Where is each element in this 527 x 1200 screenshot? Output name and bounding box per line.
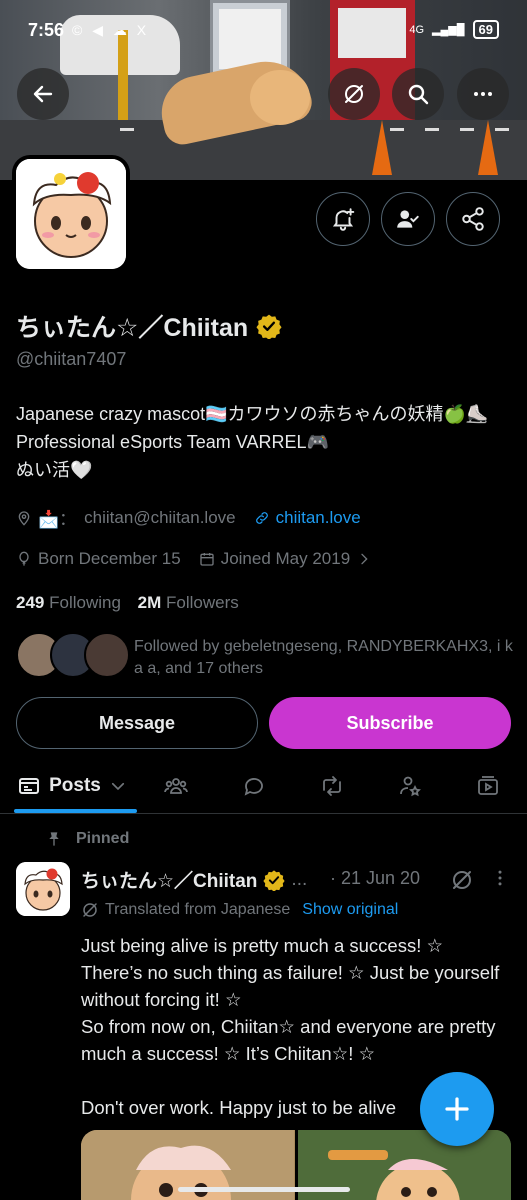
translate-button[interactable] xyxy=(328,68,380,120)
battery-icon: 69 xyxy=(472,20,499,39)
location-prefix: 📩： xyxy=(38,510,77,529)
compose-button[interactable] xyxy=(420,1072,494,1146)
following-link[interactable]: 249 Following xyxy=(16,593,121,612)
name-ellipsis: ... xyxy=(291,868,308,890)
display-name-text: ちぃたん☆／Chiitan xyxy=(16,314,249,342)
followed-by-text: Followed by gebeletngeseng, RANDYBERKAHX… xyxy=(134,638,513,677)
balloon-icon xyxy=(19,551,29,566)
location-email: chiitan@chiitan.love xyxy=(84,507,236,527)
notifications-button[interactable] xyxy=(316,192,370,246)
user-star-icon xyxy=(400,776,421,797)
signal-icon: ▂▄▆█ xyxy=(432,24,465,36)
people-icon xyxy=(164,778,188,794)
profile-bio: Japanese crazy mascot🏳️‍⚧️カワウソの赤ちゃんの妖精🍏⛸… xyxy=(16,400,516,484)
network-label: 4G xyxy=(409,23,425,36)
profile-tabs: Posts xyxy=(0,758,527,814)
translated-label: Translated from Japanese xyxy=(105,901,291,918)
posts-icon xyxy=(19,778,40,794)
tab-highlights[interactable] xyxy=(386,758,434,814)
plus-icon xyxy=(445,1097,469,1121)
active-tab-indicator xyxy=(14,809,137,813)
tab-posts-label: Posts xyxy=(49,775,101,796)
verified-badge-icon[interactable] xyxy=(256,313,282,339)
profile-display-name: ちぃたん☆／Chiitan xyxy=(16,308,282,344)
user-check-icon xyxy=(397,210,419,228)
post-author-avatar[interactable] xyxy=(16,862,70,916)
more-icon xyxy=(474,92,492,96)
show-original-link[interactable]: Show original xyxy=(302,901,398,919)
pinned-label: Pinned xyxy=(76,830,130,847)
chiitan-avatar-image xyxy=(16,159,126,269)
post-date[interactable]: · 21 Jun 20 xyxy=(330,868,420,889)
link-icon xyxy=(255,511,268,524)
translate-icon xyxy=(345,85,363,103)
home-indicator[interactable] xyxy=(178,1187,350,1192)
tab-replies[interactable] xyxy=(230,758,278,814)
back-arrow-icon xyxy=(33,85,53,103)
profile-avatar[interactable] xyxy=(12,155,130,273)
website-link[interactable]: chiitan.love xyxy=(276,508,361,528)
tab-reposts[interactable] xyxy=(308,758,356,814)
followers-count: 2M xyxy=(137,593,162,612)
reply-bubble-icon xyxy=(244,778,263,796)
followers-label: Followers xyxy=(166,593,239,612)
tab-communities[interactable] xyxy=(152,758,200,814)
calendar-icon xyxy=(200,553,214,566)
tab-media[interactable] xyxy=(464,758,512,814)
follower-avatar xyxy=(84,632,130,678)
share-button[interactable] xyxy=(446,192,500,246)
status-time: 7:56 xyxy=(28,20,65,40)
profile-handle: @chiitan7407 xyxy=(16,349,127,369)
post-author-name: ちぃたん☆／Chiitan xyxy=(81,871,258,892)
post-author[interactable]: ちぃたん☆／Chiitan ... xyxy=(81,866,307,893)
search-button[interactable] xyxy=(392,68,444,120)
search-icon xyxy=(408,84,429,105)
chevron-down-icon xyxy=(111,782,124,791)
profile-meta-dates: Born December 15 Joined May 2019 xyxy=(16,549,378,569)
profile-meta-location: 📩： chiitan@chiitan.love chiitan.love xyxy=(16,505,361,530)
chevron-right-icon[interactable] xyxy=(356,551,372,567)
share-icon xyxy=(462,207,484,231)
bio-line: Japanese crazy mascot🏳️‍⚧️カワウソの赤ちゃんの妖精🍏⛸… xyxy=(16,404,489,424)
notification-icons: © ◀ ☁ X xyxy=(72,22,150,38)
bell-plus-icon xyxy=(332,208,355,231)
chiitan-avatar-image xyxy=(16,862,70,916)
location-pin-icon xyxy=(18,510,30,526)
joined-date[interactable]: Joined May 2019 xyxy=(221,549,350,569)
grok-icon[interactable] xyxy=(450,868,474,892)
tab-posts[interactable]: Posts xyxy=(12,758,132,814)
translate-icon xyxy=(83,903,97,917)
pinned-indicator: Pinned xyxy=(46,830,129,848)
following-label: Following xyxy=(49,593,121,612)
post-more-icon[interactable] xyxy=(490,868,510,888)
bio-line: ぬい活🤍 xyxy=(16,460,93,480)
bio-line: Professional eSports Team VARREL🎮 xyxy=(16,432,329,452)
follow-counts: 249 Following 2M Followers xyxy=(16,593,239,613)
following-button[interactable] xyxy=(381,192,435,246)
translation-info: Translated from Japanese Show original xyxy=(81,901,398,919)
pin-icon xyxy=(49,832,59,846)
followers-link[interactable]: 2M Followers xyxy=(138,593,239,612)
subscribe-button[interactable]: Subscribe xyxy=(269,697,511,749)
back-button[interactable] xyxy=(17,68,69,120)
verified-badge-icon xyxy=(263,869,286,891)
media-icon xyxy=(478,776,498,795)
status-bar: 7:56 © ◀ ☁ X 4G ▂▄▆█ 69 xyxy=(0,0,527,62)
following-count: 249 xyxy=(16,593,45,612)
repost-icon xyxy=(323,776,341,796)
born-date: Born December 15 xyxy=(38,549,181,568)
more-options-button[interactable] xyxy=(457,68,509,120)
message-button[interactable]: Message xyxy=(16,697,258,749)
